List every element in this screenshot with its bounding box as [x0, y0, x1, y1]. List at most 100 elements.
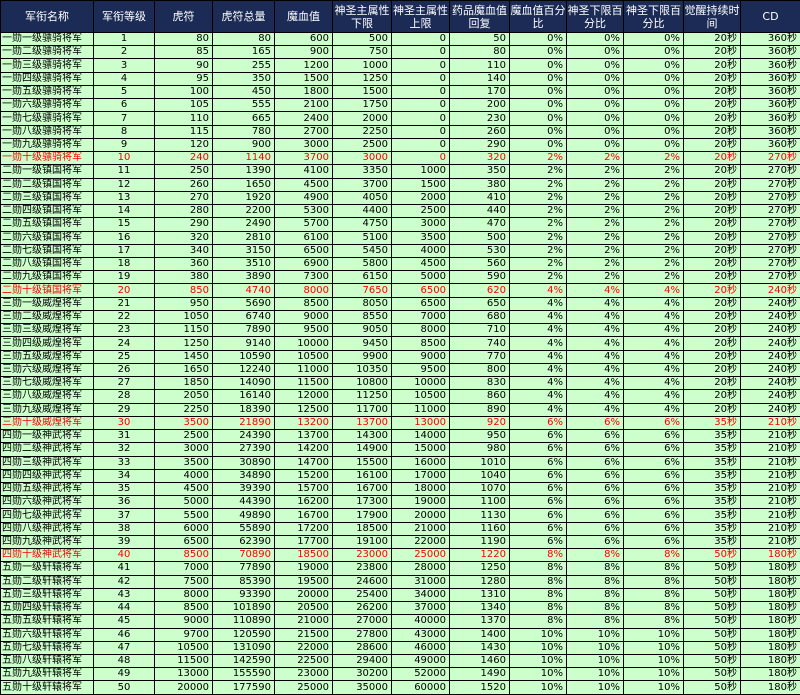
table-cell: 6%: [509, 429, 567, 444]
table-cell: 37: [93, 508, 155, 523]
table-cell: 360秒: [740, 58, 800, 73]
table-cell: 1520: [449, 680, 510, 695]
table-cell: 110: [154, 111, 213, 126]
table-cell: 16700: [332, 481, 392, 497]
table-row: 二勋十级镇国将军 20 850 4740 8000 7650 6500 620 4% 4% 4% 20…: [0, 283, 800, 298]
table-cell: 20秒: [683, 190, 741, 206]
table-cell: 11500: [274, 376, 333, 391]
table-cell: 1050: [154, 309, 213, 325]
table-cell: 20秒: [683, 323, 741, 338]
table-cell: 26200: [332, 601, 392, 616]
table-row: 一勋六级骠骑将军 6 105 555 2100 1750 0 200 0% 0% 0% 20秒 360秒: [0, 98, 800, 113]
table-cell: 50秒: [683, 667, 741, 682]
table-cell: 19100: [332, 534, 392, 550]
table-row: 二勋一级镇国将军 11 250 1390 4100 3350 1000 350 2% 2% 2% 20…: [0, 164, 800, 179]
table-cell: 13700: [274, 429, 333, 444]
table-cell: 320: [449, 151, 510, 166]
table-cell: 360秒: [740, 124, 800, 139]
table-cell: 21000: [391, 521, 450, 536]
table-cell: 1370: [449, 614, 510, 629]
table-cell: 440: [449, 204, 510, 219]
table-cell: 12500: [274, 402, 333, 417]
table-cell: 三勋五级威煌将军: [0, 349, 94, 364]
table-cell: 6%: [623, 455, 684, 470]
table-cell: 1280: [449, 574, 510, 589]
table-cell: 1200: [274, 58, 333, 73]
table-cell: 0%: [566, 31, 624, 47]
table-cell: 21000: [274, 614, 333, 629]
table-row: 三勋八级威煌将军 28 2050 16140 12000 11250 10500 860 4% 4…: [0, 389, 800, 404]
table-cell: 4050: [332, 190, 392, 206]
table-cell: 5500: [154, 508, 213, 523]
table-cell: 360秒: [740, 111, 800, 126]
table-cell: 4%: [509, 349, 567, 364]
table-cell: 4000: [391, 243, 450, 258]
table-cell: 950: [449, 429, 510, 444]
table-cell: 四勋八级神武将军: [0, 521, 94, 536]
table-cell: 5700: [274, 217, 333, 232]
table-cell: 一勋九级骠骑将军: [0, 137, 94, 153]
column-header: 神圣主属性下限: [332, 0, 392, 33]
table-cell: 0%: [509, 58, 567, 73]
table-cell: 一勋六级骠骑将军: [0, 98, 94, 113]
table-cell: 210秒: [740, 415, 800, 431]
table-cell: 1100: [449, 495, 510, 510]
table-cell: 1800: [274, 84, 333, 100]
table-cell: 12: [93, 177, 155, 192]
table-cell: 4%: [623, 362, 684, 378]
table-cell: 15500: [332, 455, 392, 470]
table-cell: 30: [93, 415, 155, 431]
table-cell: 1010: [449, 455, 510, 470]
table-cell: 380: [449, 177, 510, 192]
table-row: 二勋六级镇国将军 16 320 2810 6100 5100 3500 500 2% 2% 2% 20…: [0, 230, 800, 245]
table-cell: 6%: [509, 468, 567, 483]
table-cell: 4%: [509, 376, 567, 391]
table-cell: 0%: [509, 111, 567, 126]
table-cell: 180秒: [740, 627, 800, 642]
table-cell: 4750: [332, 217, 392, 232]
table-cell: 8%: [623, 561, 684, 576]
table-cell: 2%: [509, 151, 567, 166]
table-cell: 28600: [332, 640, 392, 656]
table-cell: 0: [391, 58, 450, 73]
table-cell: 10%: [623, 680, 684, 695]
table-cell: 2%: [566, 204, 624, 219]
table-cell: 8500: [391, 336, 450, 351]
table-cell: 8%: [566, 574, 624, 589]
table-cell: 15200: [274, 468, 333, 483]
table-cell: 50: [93, 680, 155, 695]
table-cell: 4%: [566, 323, 624, 338]
table-cell: 1650: [154, 362, 213, 378]
table-cell: 55890: [212, 521, 275, 536]
table-cell: 2%: [623, 177, 684, 192]
table-cell: 210秒: [740, 481, 800, 497]
table-cell: 30890: [212, 455, 275, 470]
table-cell: 20秒: [683, 402, 741, 417]
column-header: 魔血值: [274, 0, 333, 33]
table-cell: 2%: [623, 190, 684, 206]
column-header: 虎符总量: [212, 0, 275, 33]
table-cell: 340: [154, 243, 213, 258]
table-cell: 210秒: [740, 534, 800, 550]
table-cell: 10%: [566, 640, 624, 656]
table-cell: 3700: [274, 151, 333, 166]
table-body: 一勋一级骠骑将军 1 80 80 600 500 0 50 0% 0% 0% 20秒 360秒 一勋二级骠…: [0, 31, 800, 695]
table-cell: 19500: [274, 574, 333, 589]
table-cell: 49: [93, 667, 155, 682]
table-cell: 0%: [566, 124, 624, 139]
table-cell: 2%: [566, 190, 624, 206]
table-cell: 980: [449, 442, 510, 457]
table-cell: 1500: [332, 84, 392, 100]
table-cell: 44390: [212, 495, 275, 510]
table-cell: 21: [93, 296, 155, 311]
table-cell: 6500: [274, 243, 333, 258]
table-cell: 1500: [391, 177, 450, 192]
table-cell: 三勋八级威煌将军: [0, 389, 94, 404]
table-cell: 0%: [566, 71, 624, 86]
table-row: 二勋四级镇国将军 14 280 2200 5300 4400 2500 440 2% 2% 2% 20…: [0, 204, 800, 219]
table-cell: 46: [93, 627, 155, 642]
table-cell: 一勋四级骠骑将军: [0, 71, 94, 86]
table-cell: 2500: [332, 137, 392, 153]
table-cell: 40: [93, 548, 155, 563]
table-cell: 4100: [274, 164, 333, 179]
